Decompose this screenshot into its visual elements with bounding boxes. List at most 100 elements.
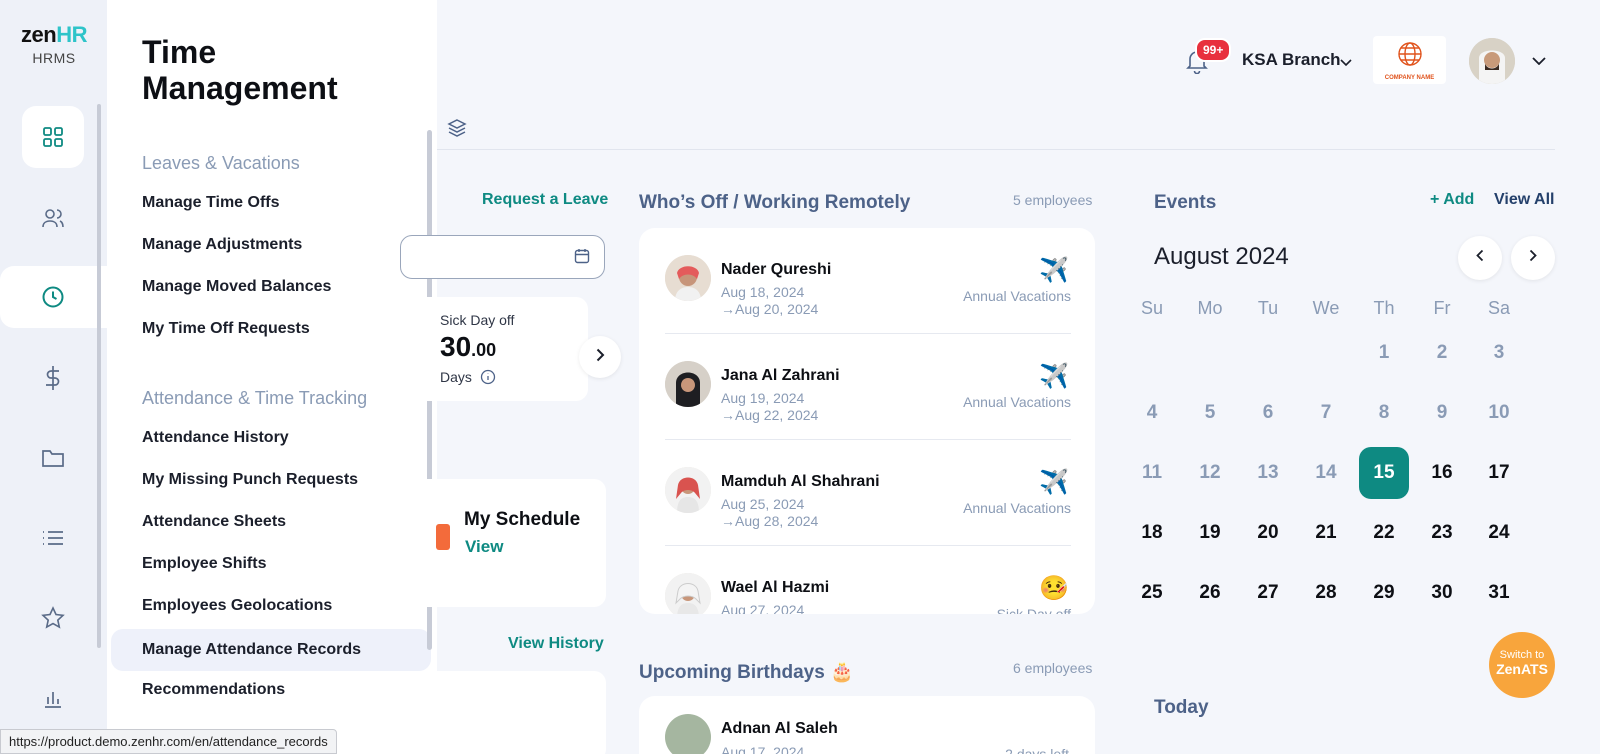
date-to: →Aug 28, 2024: [721, 513, 819, 529]
view-all-events-link[interactable]: View All: [1494, 191, 1554, 209]
whos-off-count: 5 employees: [1013, 192, 1093, 208]
calendar-icon[interactable]: [574, 248, 590, 269]
switch-to-zenats-button[interactable]: Switch to ZenATS: [1489, 632, 1555, 698]
date-from: Aug 18, 2024: [721, 284, 805, 300]
calendar-day[interactable]: 4: [1127, 387, 1177, 439]
calendar-day-selected[interactable]: 15: [1359, 447, 1409, 499]
branch-selector[interactable]: KSA Branch: [1242, 50, 1341, 70]
calendar-day[interactable]: 7: [1301, 387, 1351, 439]
calendar-day[interactable]: 18: [1127, 507, 1177, 559]
menu-item-attendance-history[interactable]: Attendance History: [142, 429, 289, 447]
date-to: →Aug 22, 2024: [721, 407, 819, 423]
balance-type: Sick Day off: [440, 312, 515, 328]
rail-time-management[interactable]: [22, 266, 84, 328]
events-title: Events: [1154, 192, 1217, 213]
star-icon: [41, 606, 65, 630]
calendar-day[interactable]: 8: [1359, 387, 1409, 439]
calendar-prev-button[interactable]: [1458, 236, 1502, 280]
list-item[interactable]: Mamduh Al Shahrani Aug 25, 2024 →Aug 28,…: [665, 440, 1071, 546]
grid-icon: [42, 126, 64, 148]
calendar-day[interactable]: 1: [1359, 327, 1409, 379]
date-range-input[interactable]: [400, 235, 605, 279]
calendar-day[interactable]: 21: [1301, 507, 1351, 559]
schedule-title: My Schedule: [464, 509, 581, 530]
calendar-day[interactable]: 27: [1243, 567, 1293, 619]
user-menu-chevron-icon[interactable]: [1532, 52, 1546, 70]
chevron-down-icon[interactable]: [1340, 54, 1352, 72]
avatar: [665, 361, 711, 407]
employee-name: Nader Qureshi: [721, 261, 832, 278]
calendar-day[interactable]: 24: [1474, 507, 1524, 559]
calendar-day[interactable]: 23: [1417, 507, 1467, 559]
calendar-next-button[interactable]: [1511, 236, 1555, 280]
calendar-day[interactable]: 31: [1474, 567, 1524, 619]
rail-dashboard[interactable]: [22, 106, 84, 168]
rail-tasks[interactable]: [22, 507, 84, 569]
zenhr-logo[interactable]: zenHR HRMS: [14, 22, 94, 66]
menu-item-manage-moved-balances[interactable]: Manage Moved Balances: [142, 278, 331, 296]
calendar-day[interactable]: 2: [1417, 327, 1467, 379]
calendar-day[interactable]: 14: [1301, 447, 1351, 499]
calendar-day[interactable]: 25: [1127, 567, 1177, 619]
request-leave-link[interactable]: Request a Leave: [482, 191, 608, 209]
calendar-day[interactable]: 10: [1474, 387, 1524, 439]
menu-item-manage-adjustments[interactable]: Manage Adjustments: [142, 236, 302, 254]
employee-name: Mamduh Al Shahrani: [721, 473, 880, 490]
calendar-day[interactable]: 9: [1417, 387, 1467, 439]
rail-performance[interactable]: [22, 587, 84, 649]
menu-item-manage-attendance-records[interactable]: Manage Attendance Records: [111, 629, 431, 671]
company-name: COMPANY NAME: [1384, 74, 1435, 81]
list-item[interactable]: Jana Al Zahrani Aug 19, 2024 →Aug 22, 20…: [665, 334, 1071, 440]
calendar-day[interactable]: 30: [1417, 567, 1467, 619]
rail-payroll[interactable]: [22, 347, 84, 409]
calendar-day[interactable]: 5: [1185, 387, 1235, 439]
calendar-day[interactable]: 3: [1474, 327, 1524, 379]
calendar-day[interactable]: 26: [1185, 567, 1235, 619]
menu-item-my-time-off-requests[interactable]: My Time Off Requests: [142, 320, 310, 338]
list-item[interactable]: Wael Al Hazmi Aug 27, 2024 🤒 Sick Day of…: [665, 546, 1071, 614]
rail-employees[interactable]: [22, 187, 84, 249]
avatar: [665, 714, 711, 754]
calendar-day[interactable]: 20: [1243, 507, 1293, 559]
calendar-day[interactable]: 12: [1185, 447, 1235, 499]
calendar-day[interactable]: 29: [1359, 567, 1409, 619]
list-item[interactable]: Nader Qureshi Aug 18, 2024 →Aug 20, 2024…: [665, 228, 1071, 334]
date-from: Aug 27, 2024: [721, 602, 805, 614]
rail-documents[interactable]: [22, 427, 84, 489]
menu-item-employee-shifts[interactable]: Employee Shifts: [142, 555, 266, 573]
menu-item-employees-geolocations[interactable]: Employees Geolocations: [142, 597, 332, 615]
menu-item-manage-time-offs[interactable]: Manage Time Offs: [142, 194, 280, 212]
birthday-name: Adnan Al Saleh: [721, 720, 838, 737]
rail-reports[interactable]: [22, 667, 84, 729]
birthdays-list: Adnan Al Saleh Aug 17, 2024 2 days left: [639, 696, 1095, 754]
avatar: [665, 467, 711, 513]
menu-item-recommendations[interactable]: Recommendations: [142, 681, 285, 699]
weekday-label: Th: [1373, 298, 1395, 318]
rail-scrollbar[interactable]: [97, 104, 101, 648]
whos-off-title: Who’s Off / Working Remotely: [639, 192, 911, 213]
info-icon[interactable]: [480, 369, 496, 390]
user-avatar[interactable]: [1469, 38, 1515, 84]
airplane-icon: ✈️: [1039, 363, 1069, 390]
calendar-day[interactable]: 19: [1185, 507, 1235, 559]
calendar-day[interactable]: 11: [1127, 447, 1177, 499]
calendar-month: August 2024: [1154, 243, 1289, 270]
balance-next-button[interactable]: [579, 336, 621, 378]
calendar-day[interactable]: 17: [1474, 447, 1524, 499]
calendar-day[interactable]: 6: [1243, 387, 1293, 439]
leave-type: Annual Vacations: [963, 288, 1071, 304]
layers-icon[interactable]: [447, 118, 467, 143]
schedule-icon: [436, 524, 450, 550]
airplane-icon: ✈️: [1039, 257, 1069, 284]
menu-item-missing-punch-requests[interactable]: My Missing Punch Requests: [142, 471, 358, 489]
chevron-right-icon: [1529, 249, 1537, 267]
calendar-day[interactable]: 16: [1417, 447, 1467, 499]
bar-chart-icon: [43, 688, 63, 708]
menu-item-attendance-sheets[interactable]: Attendance Sheets: [142, 513, 286, 531]
add-event-link[interactable]: + Add: [1430, 191, 1474, 209]
view-history-link[interactable]: View History: [508, 635, 604, 653]
schedule-view-link[interactable]: View: [465, 537, 503, 557]
calendar-day[interactable]: 13: [1243, 447, 1293, 499]
calendar-day[interactable]: 22: [1359, 507, 1409, 559]
calendar-day[interactable]: 28: [1301, 567, 1351, 619]
